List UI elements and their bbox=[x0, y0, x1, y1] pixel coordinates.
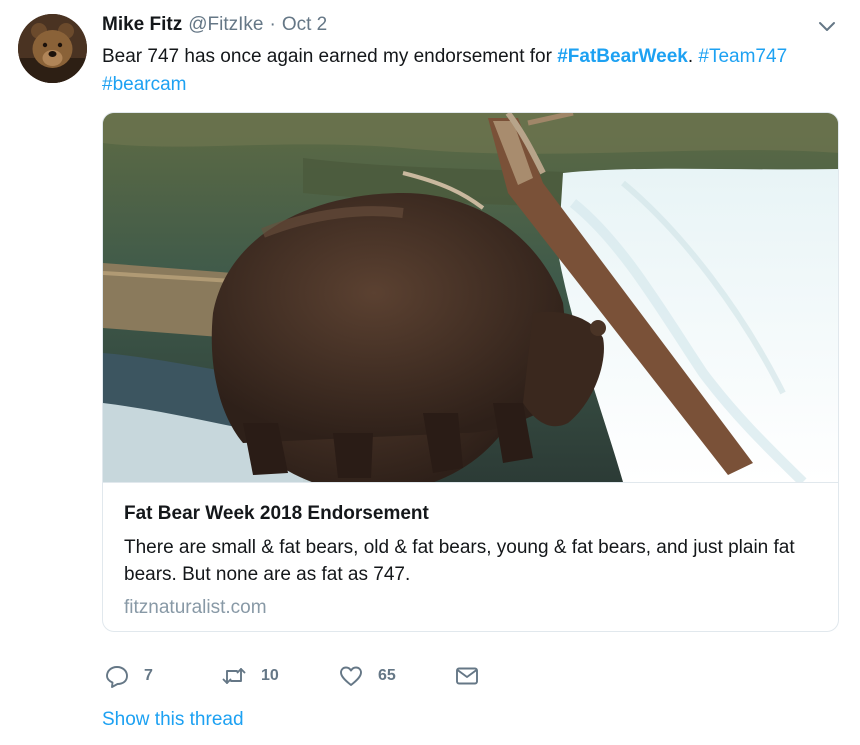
tweet-text: Bear 747 has once again earned my endors… bbox=[102, 43, 847, 99]
hashtag-bearcam[interactable]: #bearcam bbox=[102, 74, 187, 95]
card-body: Fat Bear Week 2018 Endorsement There are… bbox=[103, 482, 838, 631]
envelope-icon bbox=[454, 663, 480, 689]
bear-avatar-image bbox=[18, 14, 87, 83]
retweet-count: 10 bbox=[261, 667, 279, 684]
show-thread-link[interactable]: Show this thread bbox=[102, 709, 244, 731]
tweet-text-part: Bear 747 has once again earned my endors… bbox=[102, 46, 558, 67]
hashtag-team747[interactable]: #Team747 bbox=[698, 46, 787, 67]
tweet-actions: 7 10 65 bbox=[102, 660, 502, 692]
retweet-arrows-icon bbox=[221, 663, 247, 689]
like-count: 65 bbox=[378, 667, 396, 684]
link-card[interactable]: Fat Bear Week 2018 Endorsement There are… bbox=[102, 112, 839, 632]
author-handle[interactable]: @FitzIke bbox=[188, 14, 263, 36]
heart-icon bbox=[338, 663, 364, 689]
chevron-down-icon[interactable] bbox=[816, 18, 838, 34]
card-title: Fat Bear Week 2018 Endorsement bbox=[124, 503, 429, 524]
card-description: There are small & fat bears, old & fat b… bbox=[124, 537, 795, 585]
like-button[interactable]: 65 bbox=[338, 660, 396, 692]
reply-button[interactable]: 7 bbox=[104, 660, 153, 692]
tweet-text-part: . bbox=[687, 46, 699, 67]
card-domain: fitznaturalist.com bbox=[124, 597, 267, 618]
reply-count: 7 bbox=[144, 667, 153, 684]
tweet-header: Mike Fitz @FitzIke · Oct 2 bbox=[102, 14, 327, 38]
direct-message-button[interactable] bbox=[454, 660, 480, 692]
speech-bubble-icon bbox=[104, 663, 130, 689]
hashtag-fatbearweek[interactable]: #FatBearWeek bbox=[557, 46, 688, 67]
tweet: Mike Fitz @FitzIke · Oct 2 Bear 747 has … bbox=[0, 0, 860, 745]
author-name[interactable]: Mike Fitz bbox=[102, 14, 182, 36]
avatar[interactable] bbox=[18, 14, 87, 83]
tweet-date[interactable]: Oct 2 bbox=[282, 14, 327, 36]
separator-dot: · bbox=[269, 14, 276, 35]
card-image[interactable] bbox=[103, 113, 838, 482]
retweet-button[interactable]: 10 bbox=[221, 660, 279, 692]
bear-at-waterfall-photo bbox=[103, 113, 838, 482]
